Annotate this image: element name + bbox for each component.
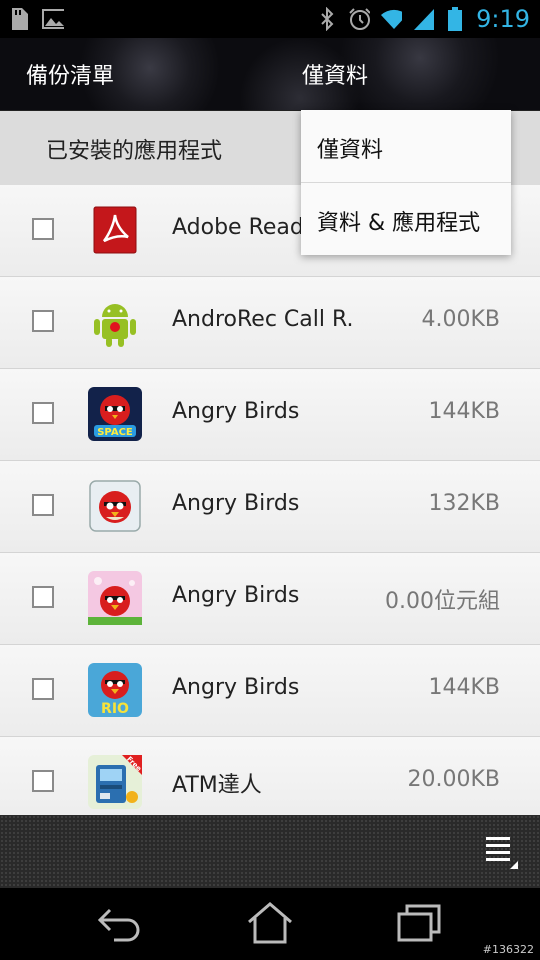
watermark: #136322 xyxy=(482,943,534,956)
list-item[interactable]: AndroRec Call R. 4.00KB xyxy=(0,277,540,369)
angry-birds-icon xyxy=(88,479,142,533)
app-name: AndroRec Call R. xyxy=(172,307,354,332)
app-size: 144KB xyxy=(428,399,500,424)
atm-app-icon: Free xyxy=(88,755,143,809)
app-size: 0.00位元組 xyxy=(385,589,500,614)
status-bar: 9:19 xyxy=(0,0,540,38)
dropdown-option-label: 僅資料 xyxy=(317,138,384,163)
app-checkbox[interactable] xyxy=(32,586,54,608)
action-bar: 備份清單 僅資料 xyxy=(0,38,540,111)
signal-icon xyxy=(412,8,435,30)
wifi-icon xyxy=(380,8,403,30)
sd-card-icon xyxy=(8,8,30,30)
svg-text:SPACE: SPACE xyxy=(97,427,133,438)
app-size: 144KB xyxy=(428,675,500,700)
app-checkbox[interactable] xyxy=(32,494,54,516)
list-item[interactable]: Free ATM達人 20.00KB xyxy=(0,737,540,815)
recent-apps-icon[interactable] xyxy=(395,900,445,946)
app-size: 4.00KB xyxy=(421,307,500,332)
app-checkbox[interactable] xyxy=(32,770,54,792)
image-icon xyxy=(42,8,64,30)
alarm-icon xyxy=(348,8,371,30)
app-name: Angry Birds xyxy=(172,583,300,608)
bottom-action-bar xyxy=(0,815,540,888)
adobe-reader-icon xyxy=(88,203,142,257)
app-list[interactable]: Adobe Read AndroRec Call R. 4.00KB SPACE… xyxy=(0,185,540,815)
app-size: 132KB xyxy=(428,491,500,516)
bluetooth-icon xyxy=(316,7,338,31)
back-icon[interactable] xyxy=(96,900,146,946)
clock: 9:19 xyxy=(476,5,530,33)
list-menu-icon[interactable] xyxy=(482,833,518,869)
angry-birds-seasons-icon xyxy=(88,571,142,625)
app-checkbox[interactable] xyxy=(32,310,54,332)
page-title: 備份清單 xyxy=(26,64,115,89)
navigation-bar: #136322 xyxy=(0,888,540,960)
backup-mode-spinner[interactable]: 僅資料 xyxy=(302,58,368,90)
list-item[interactable]: RIO Angry Birds 144KB xyxy=(0,645,540,737)
app-checkbox[interactable] xyxy=(32,218,54,240)
app-name: Angry Birds xyxy=(172,491,300,516)
battery-icon xyxy=(444,7,466,31)
dropdown-option-data-only[interactable]: 僅資料 xyxy=(301,110,511,182)
section-label: 已安裝的應用程式 xyxy=(46,139,223,164)
list-item[interactable]: Angry Birds 132KB xyxy=(0,461,540,553)
svg-text:RIO: RIO xyxy=(101,701,129,717)
app-checkbox[interactable] xyxy=(32,678,54,700)
app-name: Angry Birds xyxy=(172,399,300,424)
dropdown-option-label: 資料 & 應用程式 xyxy=(317,211,481,236)
android-robot-icon xyxy=(88,295,142,349)
list-item[interactable]: Angry Birds 0.00位元組 xyxy=(0,553,540,645)
backup-mode-dropdown: 僅資料 資料 & 應用程式 xyxy=(301,110,511,255)
dropdown-option-data-and-apps[interactable]: 資料 & 應用程式 xyxy=(301,182,511,255)
app-checkbox[interactable] xyxy=(32,402,54,424)
app-size: 20.00KB xyxy=(407,767,500,792)
angry-birds-rio-icon: RIO xyxy=(88,663,142,717)
home-icon[interactable] xyxy=(245,900,295,946)
app-name: Adobe Read xyxy=(172,215,304,240)
list-item[interactable]: SPACE Angry Birds 144KB xyxy=(0,369,540,461)
angry-birds-space-icon: SPACE xyxy=(88,387,142,441)
app-name: ATM達人 xyxy=(172,773,262,798)
app-name: Angry Birds xyxy=(172,675,300,700)
